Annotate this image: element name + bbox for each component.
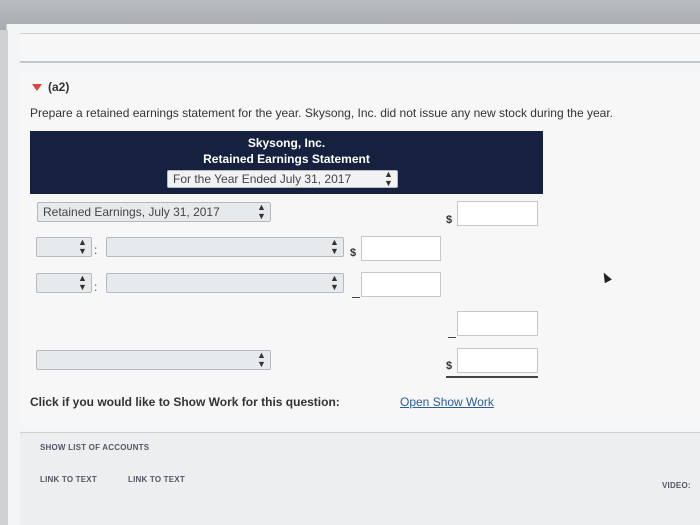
updown-arrows-icon: ▲ ▼	[330, 237, 339, 256]
row3-colon: :	[94, 280, 98, 294]
statement-header: Skysong, Inc. Retained Earnings Statemen…	[30, 131, 543, 194]
question-header-box	[20, 33, 700, 63]
row1-account-value: Retained Earnings, July 31, 2017	[43, 205, 220, 219]
row4-amount-input[interactable]	[457, 311, 538, 336]
row3-underline	[352, 297, 360, 298]
section-toggle[interactable]: (a2)	[32, 80, 69, 94]
row5-amount-input[interactable]	[457, 348, 538, 373]
row3-amount-input[interactable]	[361, 272, 441, 297]
row2-currency: $	[350, 247, 357, 259]
updown-arrows-icon: ▲ ▼	[330, 273, 339, 292]
show-list-of-accounts-button[interactable]: SHOW LIST OF ACCOUNTS	[40, 443, 149, 452]
row1-account-select[interactable]: Retained Earnings, July 31, 2017 ▲ ▼	[37, 202, 271, 222]
row2-account-select[interactable]: ▲ ▼	[106, 237, 344, 257]
left-stripe	[0, 30, 8, 525]
row5-account-select[interactable]: ▲ ▼	[36, 350, 271, 370]
updown-arrows-icon: ▲ ▼	[78, 237, 87, 256]
row2-amount-input[interactable]	[361, 236, 441, 261]
row3-operator-select[interactable]: ▲ ▼	[36, 273, 92, 293]
triangle-down-icon[interactable]	[32, 83, 42, 91]
show-work-prompt: Click if you would like to Show Work for…	[30, 395, 340, 409]
updown-arrows-icon: ▲ ▼	[257, 350, 266, 369]
video-button[interactable]: VIDEO:	[662, 481, 691, 490]
updown-arrows-icon: ▲ ▼	[78, 273, 87, 292]
row2-operator-select[interactable]: ▲ ▼	[36, 237, 92, 257]
row5-currency: $	[446, 360, 453, 372]
row3-account-select[interactable]: ▲ ▼	[106, 273, 344, 293]
statement-title: Retained Earnings Statement	[203, 152, 370, 166]
link-to-text-button-1[interactable]: LINK TO TEXT	[40, 475, 97, 484]
company-name: Skysong, Inc.	[247, 136, 326, 150]
link-to-text-button-2[interactable]: LINK TO TEXT	[128, 475, 185, 484]
row1-currency: $	[446, 214, 453, 226]
instructions-text: Prepare a retained earnings statement fo…	[30, 106, 614, 120]
row5-double-underline	[446, 376, 538, 378]
updown-arrows-icon: ▲ ▼	[384, 169, 393, 188]
row1-amount-input[interactable]	[457, 201, 538, 226]
section-label: (a2)	[48, 80, 70, 94]
row4-underline	[448, 337, 456, 338]
period-select-value: For the Year Ended July 31, 2017	[173, 172, 352, 186]
row2-colon: :	[94, 243, 98, 257]
open-show-work-link[interactable]: Open Show Work	[400, 395, 494, 409]
updown-arrows-icon: ▲ ▼	[257, 202, 266, 221]
period-select[interactable]: For the Year Ended July 31, 2017 ▲ ▼	[167, 170, 398, 188]
